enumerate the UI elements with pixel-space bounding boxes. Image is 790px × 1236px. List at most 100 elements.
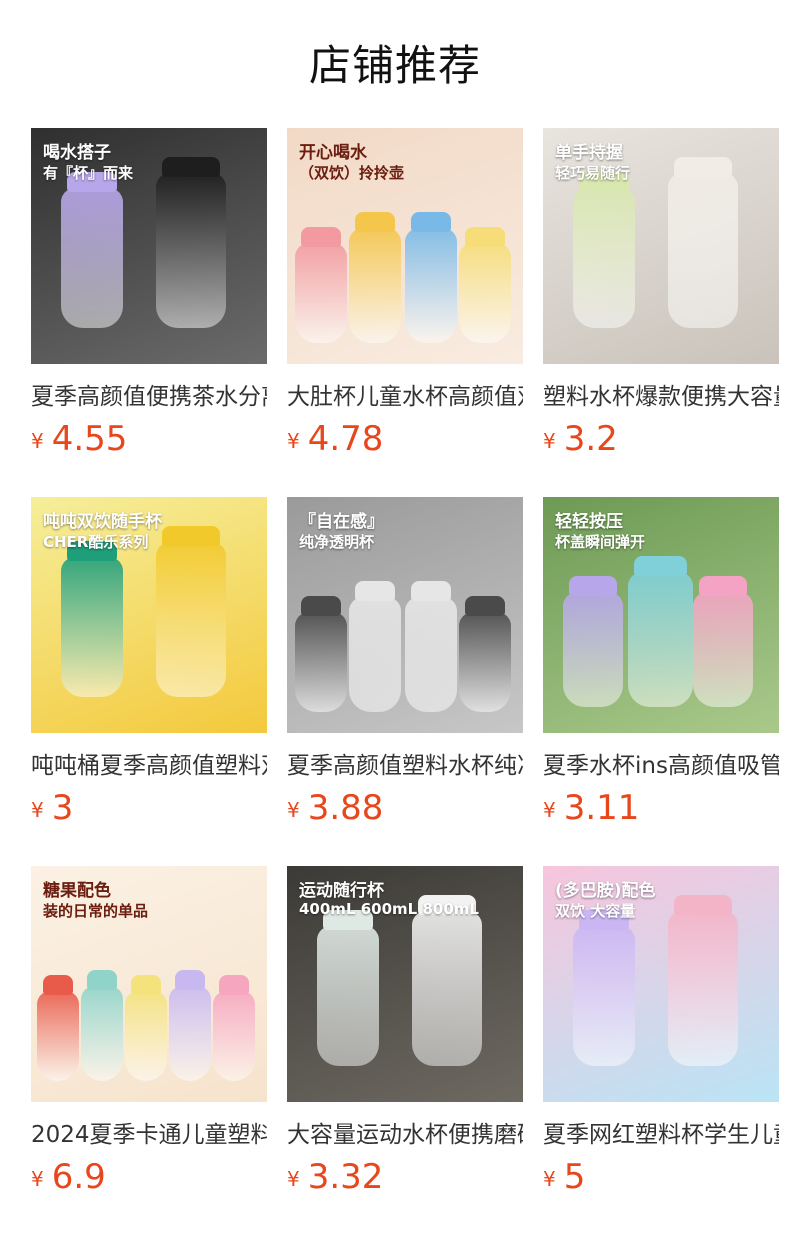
product-price: ¥5 <box>543 1156 779 1198</box>
currency-symbol: ¥ <box>31 429 44 453</box>
product-name[interactable]: 夏季网红塑料杯学生儿童双饮杯 <box>543 1118 779 1152</box>
bottle-illustration <box>668 173 738 328</box>
bottle-illustration <box>573 926 635 1066</box>
bottle-cap <box>162 526 220 546</box>
bottle-illustration <box>156 173 226 328</box>
bottle-cap <box>355 581 395 601</box>
bottle-illustration <box>459 612 511 712</box>
product-price: ¥3.11 <box>543 787 779 829</box>
bottle-illustration <box>405 597 457 712</box>
image-caption: 『自在感』 <box>299 512 384 532</box>
product-name[interactable]: 夏季高颜值便携茶水分离吸管杯 <box>31 380 267 414</box>
bottle-cap <box>634 556 687 576</box>
product-price: ¥3 <box>31 787 267 829</box>
bottle-illustration <box>459 243 511 343</box>
product-price: ¥3.2 <box>543 418 779 460</box>
bottle-illustration <box>573 188 635 328</box>
product-image[interactable]: 『自在感』 纯净透明杯 <box>287 497 523 733</box>
bottle-cap <box>301 596 341 616</box>
product-image[interactable]: 轻轻按压 杯盖瞬间弹开 <box>543 497 779 733</box>
image-caption: 轻轻按压 <box>555 512 623 532</box>
product-card[interactable]: 轻轻按压杯盖瞬间弹开夏季水杯ins高颜值吸管运动水杯 ¥3.11 <box>543 497 779 866</box>
product-image[interactable]: 吨吨双饮随手杯 CHER酷乐系列 <box>31 497 267 733</box>
bottle-illustration <box>668 911 738 1066</box>
product-grid: 喝水搭子有『杯』而来夏季高颜值便携茶水分离吸管杯 ¥4.55 开心喝水（双饮）拎拎壶… <box>31 128 779 1235</box>
bottle-illustration <box>405 228 457 343</box>
currency-symbol: ¥ <box>287 798 300 822</box>
bottle-cap <box>131 975 161 995</box>
bottle-illustration <box>61 557 123 697</box>
bottle-illustration <box>37 991 79 1081</box>
bottle-illustration <box>169 986 211 1081</box>
bottle-cap <box>465 596 505 616</box>
bottle-cap <box>411 212 451 232</box>
image-caption: (多巴胺)配色 <box>555 881 656 901</box>
bottle-illustration <box>61 188 123 328</box>
image-subcaption: 纯净透明杯 <box>299 533 375 551</box>
product-image[interactable]: 开心喝水 （双饮）拎拎壶 <box>287 128 523 364</box>
product-name[interactable]: 夏季水杯ins高颜值吸管运动水杯 <box>543 749 779 783</box>
product-card[interactable]: 『自在感』纯净透明杯夏季高颜值塑料水杯纯净透明杯 ¥3.88 <box>287 497 523 866</box>
bottle-illustration <box>213 991 255 1081</box>
currency-symbol: ¥ <box>543 429 556 453</box>
bottle-illustration <box>412 911 482 1066</box>
bottle-cap <box>411 581 451 601</box>
product-card[interactable]: 单手持握轻巧易随行塑料水杯爆款便携大容量随行杯 ¥3.2 <box>543 128 779 497</box>
bottle-illustration <box>563 592 623 707</box>
currency-symbol: ¥ <box>31 1167 44 1191</box>
product-card[interactable]: 糖果配色装的日常的单品 2024夏季卡通儿童塑料吸管水杯 ¥6.9 <box>31 866 267 1235</box>
currency-symbol: ¥ <box>287 1167 300 1191</box>
price-value: 3.32 <box>307 1157 384 1197</box>
price-value: 3.88 <box>307 788 384 828</box>
bottle-illustration <box>693 592 753 707</box>
product-image[interactable]: 运动随行杯 400mL 600mL 800mL <box>287 866 523 1102</box>
product-price: ¥4.78 <box>287 418 523 460</box>
product-card[interactable]: 开心喝水（双饮）拎拎壶大肚杯儿童水杯高颜值双饮拎拎壶 ¥4.78 <box>287 128 523 497</box>
product-image[interactable]: 喝水搭子 有『杯』而来 <box>31 128 267 364</box>
bottle-illustration <box>125 991 167 1081</box>
product-card[interactable]: 喝水搭子有『杯』而来夏季高颜值便携茶水分离吸管杯 ¥4.55 <box>31 128 267 497</box>
image-subcaption: （双饮）拎拎壶 <box>299 164 405 182</box>
product-name[interactable]: 大肚杯儿童水杯高颜值双饮拎拎壶 <box>287 380 523 414</box>
price-value: 3 <box>51 788 74 828</box>
bottle-illustration <box>317 926 379 1066</box>
bottle-cap <box>465 227 505 247</box>
bottle-illustration <box>156 542 226 697</box>
product-name[interactable]: 2024夏季卡通儿童塑料吸管水杯 <box>31 1118 267 1152</box>
product-image[interactable]: 糖果配色 装的日常的单品 <box>31 866 267 1102</box>
price-value: 4.55 <box>51 419 128 459</box>
product-name[interactable]: 吨吨桶夏季高颜值塑料双饮随手杯 <box>31 749 267 783</box>
product-image[interactable]: 单手持握 轻巧易随行 <box>543 128 779 364</box>
product-card[interactable]: 吨吨双饮随手杯CHER酷乐系列吨吨桶夏季高颜值塑料双饮随手杯 ¥3 <box>31 497 267 866</box>
bottle-cap <box>162 157 220 177</box>
image-caption: 喝水搭子 <box>43 143 111 163</box>
product-name[interactable]: 塑料水杯爆款便携大容量随行杯 <box>543 380 779 414</box>
product-card[interactable]: (多巴胺)配色双饮 大容量夏季网红塑料杯学生儿童双饮杯 ¥5 <box>543 866 779 1235</box>
price-value: 3.2 <box>563 419 618 459</box>
bottle-cap <box>569 576 617 596</box>
product-price: ¥3.32 <box>287 1156 523 1198</box>
currency-symbol: ¥ <box>543 798 556 822</box>
bottle-cap <box>674 895 732 915</box>
bottle-cap <box>699 576 747 596</box>
product-price: ¥6.9 <box>31 1156 267 1198</box>
bottle-cap <box>87 970 117 990</box>
product-name[interactable]: 大容量运动水杯便携磨砂随行杯 <box>287 1118 523 1152</box>
image-caption: 运动随行杯 <box>299 881 384 901</box>
product-price: ¥3.88 <box>287 787 523 829</box>
image-caption: 吨吨双饮随手杯 <box>43 512 162 532</box>
product-image[interactable]: (多巴胺)配色 双饮 大容量 <box>543 866 779 1102</box>
image-caption: 单手持握 <box>555 143 623 163</box>
bottle-illustration <box>81 986 123 1081</box>
image-subcaption: 400mL 600mL 800mL <box>299 900 479 918</box>
product-name[interactable]: 夏季高颜值塑料水杯纯净透明杯 <box>287 749 523 783</box>
image-subcaption: CHER酷乐系列 <box>43 533 149 551</box>
product-price: ¥4.55 <box>31 418 267 460</box>
image-caption: 糖果配色 <box>43 881 111 901</box>
image-subcaption: 轻巧易随行 <box>555 164 631 182</box>
bottle-cap <box>301 227 341 247</box>
bottle-illustration <box>628 572 693 707</box>
product-card[interactable]: 运动随行杯400mL 600mL 800mL 大容量运动水杯便携磨砂随行杯 ¥3.3… <box>287 866 523 1235</box>
price-value: 4.78 <box>307 419 384 459</box>
currency-symbol: ¥ <box>31 798 44 822</box>
